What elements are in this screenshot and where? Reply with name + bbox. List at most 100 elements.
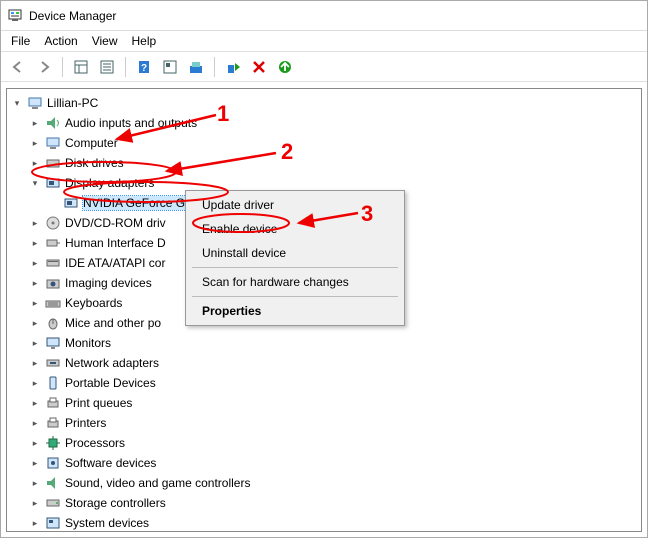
show-hide-tree-button[interactable] <box>70 56 92 78</box>
node-label: Sound, video and game controllers <box>65 476 250 490</box>
uninstall-button[interactable] <box>248 56 270 78</box>
menubar: File Action View Help <box>1 31 647 52</box>
chevron-right-icon[interactable]: ▸ <box>29 217 41 229</box>
properties-button[interactable] <box>96 56 118 78</box>
dvd-icon <box>45 215 61 231</box>
node-computer[interactable]: ▸Computer <box>29 133 641 153</box>
chevron-right-icon[interactable]: ▸ <box>29 237 41 249</box>
chevron-right-icon[interactable]: ▸ <box>29 317 41 329</box>
rescan-button[interactable] <box>274 56 296 78</box>
device-manager-icon <box>7 8 23 24</box>
node-label: Human Interface D <box>65 236 166 250</box>
node-label: Network adapters <box>65 356 159 370</box>
node-printers[interactable]: ▸ Printers <box>29 413 641 433</box>
node-label: Imaging devices <box>65 276 152 290</box>
node-software[interactable]: ▸ Software devices <box>29 453 641 473</box>
context-menu: Update driver Enable device Uninstall de… <box>185 190 405 326</box>
ctx-properties[interactable]: Properties <box>188 299 402 323</box>
tree-root[interactable]: ▾ Lillian-PC <box>11 93 641 113</box>
node-portable[interactable]: ▸Portable Devices <box>29 373 641 393</box>
node-storage[interactable]: ▸ Storage controllers <box>29 493 641 513</box>
chevron-right-icon[interactable]: ▸ <box>29 277 41 289</box>
chevron-right-icon[interactable]: ▸ <box>29 517 41 529</box>
display-adapter-icon <box>45 175 61 191</box>
software-icon <box>45 455 61 471</box>
back-button[interactable] <box>7 56 29 78</box>
chevron-right-icon[interactable]: ▸ <box>29 137 41 149</box>
pc-icon <box>45 135 61 151</box>
node-label: Monitors <box>65 336 111 350</box>
chevron-right-icon[interactable]: ▸ <box>29 477 41 489</box>
scan-hardware-button[interactable] <box>159 56 181 78</box>
node-cpu[interactable]: ▸ Processors <box>29 433 641 453</box>
node-label: Printers <box>65 416 106 430</box>
enable-device-button[interactable] <box>222 56 244 78</box>
node-label: Storage controllers <box>65 496 166 510</box>
chevron-down-icon[interactable]: ▾ <box>29 177 41 189</box>
menu-file[interactable]: File <box>11 34 30 48</box>
storage-icon <box>45 495 61 511</box>
node-label: Display adapters <box>65 176 154 190</box>
node-label: Mice and other po <box>65 316 161 330</box>
toolbar-separator <box>62 57 63 77</box>
disk-icon <box>45 155 61 171</box>
menu-help[interactable]: Help <box>132 34 157 48</box>
ctx-scan-hardware[interactable]: Scan for hardware changes <box>188 270 402 294</box>
node-network[interactable]: ▸ Network adapters <box>29 353 641 373</box>
chevron-right-icon[interactable]: ▸ <box>29 417 41 429</box>
chevron-right-icon[interactable]: ▸ <box>29 457 41 469</box>
ctx-separator <box>192 267 398 268</box>
window-title: Device Manager <box>29 9 116 23</box>
node-monitor[interactable]: ▸ Monitors <box>29 333 641 353</box>
ctx-uninstall-device[interactable]: Uninstall device <box>188 241 402 265</box>
menu-action[interactable]: Action <box>44 34 77 48</box>
chevron-down-icon[interactable]: ▾ <box>11 97 23 109</box>
chevron-right-icon[interactable]: ▸ <box>29 397 41 409</box>
printer-icon <box>45 415 61 431</box>
speaker-icon <box>45 115 61 131</box>
printer-icon <box>45 395 61 411</box>
forward-button[interactable] <box>33 56 55 78</box>
menu-view[interactable]: View <box>92 34 118 48</box>
node-label: System devices <box>65 516 149 530</box>
chevron-right-icon[interactable]: ▸ <box>29 257 41 269</box>
chevron-right-icon[interactable]: ▸ <box>29 157 41 169</box>
toolbar-separator <box>214 57 215 77</box>
ctx-enable-device[interactable]: Enable device <box>188 217 402 241</box>
speaker-icon <box>45 475 61 491</box>
ctx-separator <box>192 296 398 297</box>
node-label: IDE ATA/ATAPI cor <box>65 256 165 270</box>
node-disk[interactable]: ▸Disk drives <box>29 153 641 173</box>
node-printq[interactable]: ▸ Print queues <box>29 393 641 413</box>
node-label: Processors <box>65 436 125 450</box>
ide-icon <box>45 255 61 271</box>
svg-text:?: ? <box>141 63 147 74</box>
chevron-right-icon[interactable]: ▸ <box>29 437 41 449</box>
keyboard-icon <box>45 295 61 311</box>
chevron-right-icon[interactable]: ▸ <box>29 297 41 309</box>
chevron-right-icon[interactable]: ▸ <box>29 337 41 349</box>
chevron-right-icon[interactable]: ▸ <box>29 377 41 389</box>
node-label: Print queues <box>65 396 132 410</box>
mouse-icon <box>45 315 61 331</box>
toolbar-separator <box>125 57 126 77</box>
titlebar: Device Manager <box>1 1 647 31</box>
portable-icon <box>45 375 61 391</box>
camera-icon <box>45 275 61 291</box>
cpu-icon <box>45 435 61 451</box>
ctx-update-driver[interactable]: Update driver <box>188 193 402 217</box>
node-label: DVD/CD-ROM driv <box>65 216 166 230</box>
chevron-right-icon[interactable]: ▸ <box>29 117 41 129</box>
node-sound[interactable]: ▸ Sound, video and game controllers <box>29 473 641 493</box>
node-system[interactable]: ▸ System devices <box>29 513 641 532</box>
chevron-right-icon[interactable]: ▸ <box>29 497 41 509</box>
network-icon <box>45 355 61 371</box>
node-audio[interactable]: ▸Audio inputs and outputs <box>29 113 641 133</box>
update-driver-button[interactable] <box>185 56 207 78</box>
chevron-right-icon[interactable]: ▸ <box>29 357 41 369</box>
node-label: Software devices <box>65 456 156 470</box>
node-label: Keyboards <box>65 296 122 310</box>
gpu-icon <box>63 195 79 211</box>
help-button[interactable]: ? <box>133 56 155 78</box>
tree-root-label: Lillian-PC <box>47 96 98 110</box>
